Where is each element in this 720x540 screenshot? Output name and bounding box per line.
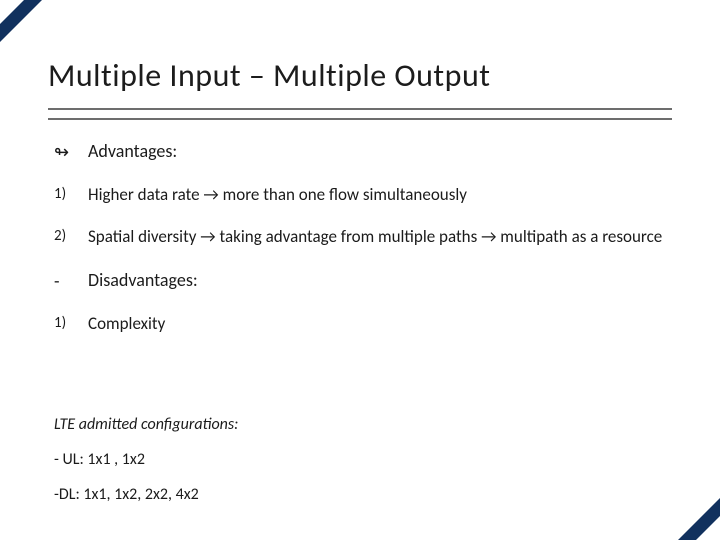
bullet-marker: 2) bbox=[54, 226, 88, 248]
bullet-disadvantages: - Disadvantages: bbox=[54, 269, 672, 293]
slide: Multiple Input – Multiple Output ↬ Advan… bbox=[0, 0, 720, 540]
corner-accent-bottom-right-inner bbox=[696, 516, 720, 540]
bullet-marker: 1) bbox=[54, 313, 88, 335]
bullet-advantages: ↬ Advantages: bbox=[54, 140, 672, 164]
title-rule-bottom bbox=[48, 118, 672, 120]
bullet-text: Disadvantages: bbox=[88, 269, 672, 293]
bullet-item-1: 1) Higher data rate → more than one flow… bbox=[54, 184, 672, 206]
footer-config-ul: - UL: 1x1 , 1x2 bbox=[54, 450, 672, 471]
bullet-text: Complexity bbox=[88, 313, 672, 335]
bullet-marker: - bbox=[54, 269, 88, 293]
footer-config-dl: -DL: 1x1, 1x2, 2x2, 4x2 bbox=[54, 485, 672, 506]
bullet-item-3: 1) Complexity bbox=[54, 313, 672, 335]
title-rule-gap bbox=[48, 110, 672, 118]
slide-title: Multiple Input – Multiple Output bbox=[48, 56, 672, 95]
bullet-text: Advantages: bbox=[88, 140, 672, 164]
bullet-item-2: 2) Spatial diversity → taking advantage … bbox=[54, 226, 672, 248]
bullet-marker: ↬ bbox=[54, 140, 88, 164]
bullet-text: Higher data rate → more than one flow si… bbox=[88, 184, 672, 206]
bullet-text: Spatial diversity → taking advantage fro… bbox=[88, 226, 672, 248]
corner-accent-top-left-inner bbox=[0, 0, 24, 24]
content-area: ↬ Advantages: 1) Higher data rate → more… bbox=[54, 140, 672, 355]
bullet-marker: 1) bbox=[54, 184, 88, 206]
footer-config-heading: LTE admitted configurations: bbox=[54, 415, 672, 436]
